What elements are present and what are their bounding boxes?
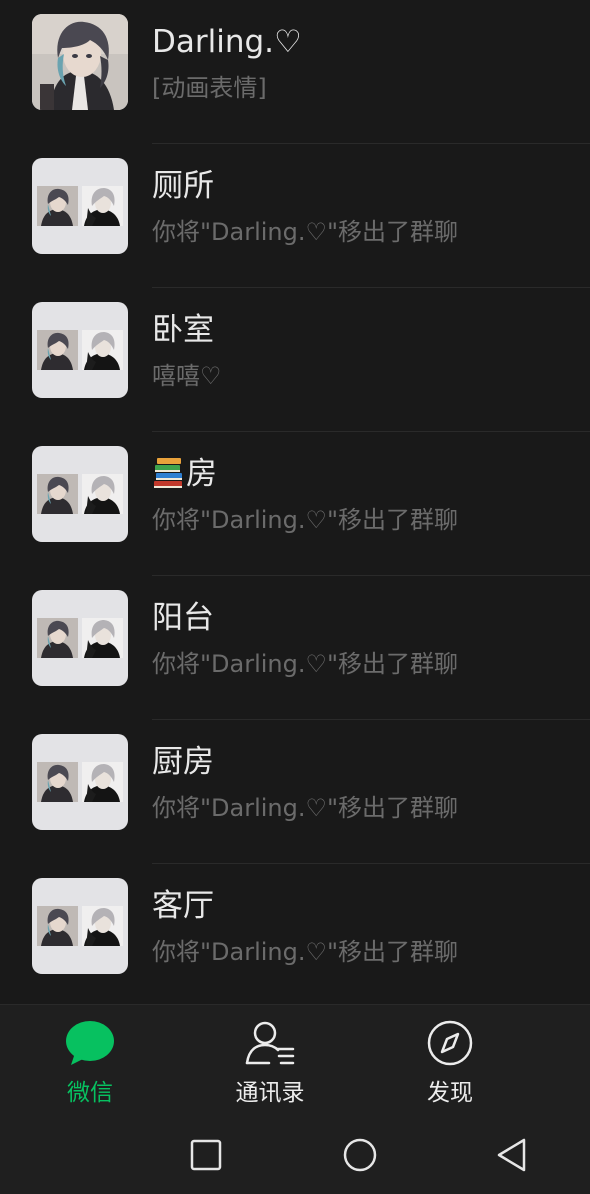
member-avatar-image — [82, 618, 123, 658]
chat-item-toilet[interactable]: 厕所 你将"Darling.♡"移出了群聊 — [0, 144, 590, 288]
chat-item-darling[interactable]: Darling.♡ [动画表情] — [0, 0, 590, 144]
member-avatar-image — [37, 186, 78, 226]
chat-name: 房 — [152, 454, 217, 494]
tab-label: 微信 — [67, 1080, 113, 1106]
chat-name-text: 房 — [186, 456, 217, 492]
portrait-avatar-image — [32, 14, 128, 110]
member-avatar-image — [37, 906, 78, 946]
chat-item-kitchen[interactable]: 厨房 你将"Darling.♡"移出了群聊 — [0, 720, 590, 864]
books-icon — [154, 458, 182, 488]
home-icon[interactable] — [340, 1135, 380, 1175]
group-avatar — [32, 878, 128, 974]
member-avatar-image — [37, 618, 78, 658]
chat-name: 厕所 — [152, 168, 214, 204]
chat-preview: 你将"Darling.♡"移出了群聊 — [152, 938, 459, 966]
chat-item-balcony[interactable]: 阳台 你将"Darling.♡"移出了群聊 — [0, 576, 590, 720]
member-avatar-image — [82, 474, 123, 514]
tab-label: 发现 — [427, 1080, 473, 1106]
member-avatar-image — [37, 762, 78, 802]
compass-icon — [427, 1020, 473, 1066]
chat-name: 阳台 — [152, 600, 214, 636]
chat-name: 厨房 — [152, 744, 214, 780]
chat-preview: 你将"Darling.♡"移出了群聊 — [152, 650, 459, 678]
tab-discover[interactable]: 发现 — [360, 1005, 540, 1117]
chat-name: 客厅 — [152, 888, 214, 924]
chat-preview: [动画表情] — [152, 74, 267, 102]
member-avatar-image — [82, 762, 123, 802]
chat-item-study[interactable]: 房 你将"Darling.♡"移出了群聊 — [0, 432, 590, 576]
member-avatar-image — [82, 186, 123, 226]
member-avatar-image — [82, 330, 123, 370]
group-avatar — [32, 590, 128, 686]
chat-bubble-icon — [66, 1021, 114, 1065]
chat-name: Darling.♡ — [152, 24, 302, 60]
group-avatar — [32, 302, 128, 398]
contacts-icon — [245, 1021, 295, 1065]
tab-label: 通讯录 — [235, 1080, 305, 1106]
chat-preview: 你将"Darling.♡"移出了群聊 — [152, 506, 459, 534]
tab-chats[interactable]: 微信 — [0, 1005, 180, 1117]
chat-preview: 嘻嘻♡ — [152, 362, 222, 390]
recent-apps-icon[interactable] — [186, 1135, 226, 1175]
chat-preview: 你将"Darling.♡"移出了群聊 — [152, 794, 459, 822]
group-avatar — [32, 158, 128, 254]
tab-contacts[interactable]: 通讯录 — [180, 1005, 360, 1117]
group-avatar — [32, 446, 128, 542]
member-avatar-image — [37, 330, 78, 370]
back-icon[interactable] — [492, 1135, 532, 1175]
avatar — [32, 14, 128, 110]
chat-preview: 你将"Darling.♡"移出了群聊 — [152, 218, 459, 246]
chat-name: 卧室 — [152, 312, 214, 348]
chat-item-bedroom[interactable]: 卧室 嘻嘻♡ — [0, 288, 590, 432]
tab-bar: 微信 通讯录 发现 — [0, 1004, 590, 1117]
chat-item-living-room[interactable]: 客厅 你将"Darling.♡"移出了群聊 — [0, 864, 590, 1000]
chat-list: Darling.♡ [动画表情] 厕所 你将"Darling.♡"移出了群聊 卧… — [0, 0, 590, 1000]
member-avatar-image — [82, 906, 123, 946]
system-nav-bar — [0, 1117, 590, 1194]
group-avatar — [32, 734, 128, 830]
member-avatar-image — [37, 474, 78, 514]
